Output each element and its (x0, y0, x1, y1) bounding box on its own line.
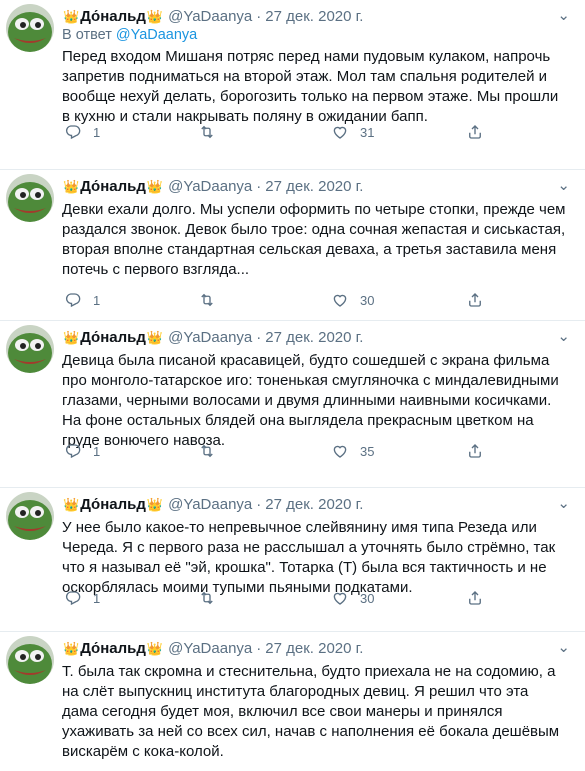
tweet[interactable]: ⌄ 👑 До́нальд 👑 @YaDaanya · 27 дек. 2020 … (0, 488, 585, 632)
share-button[interactable] (466, 123, 484, 141)
tweet-header: 👑 До́нальд 👑 @YaDaanya · 27 дек. 2020 г. (62, 638, 573, 658)
tweet-header: 👑 До́нальд 👑 @YaDaanya · 27 дек. 2020 г. (62, 327, 573, 347)
author-handle[interactable]: @YaDaanya (168, 8, 252, 25)
retweet-button[interactable] (198, 589, 227, 607)
author-name[interactable]: 👑 До́нальд 👑 (62, 640, 164, 657)
avatar[interactable] (6, 325, 54, 373)
separator-dot: · (256, 7, 262, 25)
heart-icon (333, 592, 347, 605)
crown-icon: 👑 (146, 329, 164, 345)
crown-icon: 👑 (146, 496, 164, 512)
like-button[interactable]: 30 (331, 291, 374, 309)
author-name[interactable]: 👑 До́нальд 👑 (62, 329, 164, 346)
retweet-button[interactable] (198, 291, 227, 309)
tweet-header: 👑 До́нальд 👑 @YaDaanya · 27 дек. 2020 г. (62, 6, 573, 26)
crown-icon: 👑 (146, 178, 164, 194)
crown-icon: 👑 (63, 329, 80, 345)
separator-dot: · (256, 328, 262, 346)
share-button[interactable] (466, 589, 484, 607)
retweet-icon (201, 591, 213, 605)
reply-icon (65, 293, 81, 308)
heart-icon (333, 445, 347, 458)
crown-icon: 👑 (146, 640, 164, 656)
crown-icon: 👑 (63, 640, 80, 656)
separator-dot: · (256, 639, 262, 657)
more-icon[interactable]: ⌄ (557, 494, 571, 512)
reply-handle-link[interactable]: @YaDaanya (116, 27, 197, 43)
crown-icon: 👑 (63, 178, 80, 194)
like-button[interactable]: 31 (331, 123, 374, 141)
crown-icon: 👑 (146, 8, 164, 24)
retweet-icon (201, 125, 213, 139)
more-icon[interactable]: ⌄ (557, 327, 571, 345)
tweet[interactable]: ⌄ 👑 До́нальд 👑 @YaDaanya · 27 дек. 2020 … (0, 170, 585, 321)
reply-button[interactable]: 1 (64, 123, 100, 141)
reply-count: 1 (93, 124, 101, 140)
tweet-date[interactable]: 27 дек. 2020 г. (265, 178, 363, 195)
retweet-icon (201, 444, 213, 458)
reply-button[interactable]: 1 (64, 442, 100, 460)
share-button[interactable] (466, 442, 484, 460)
author-handle[interactable]: @YaDaanya (168, 496, 252, 513)
share-icon (469, 591, 481, 605)
reply-button[interactable]: 1 (64, 291, 100, 309)
retweet-button[interactable] (198, 442, 227, 460)
avatar[interactable] (6, 4, 54, 52)
tweet-date[interactable]: 27 дек. 2020 г. (265, 8, 363, 25)
separator-dot: · (256, 177, 262, 195)
separator-dot: · (256, 495, 262, 513)
like-count: 35 (360, 443, 375, 459)
avatar[interactable] (6, 636, 54, 684)
like-count: 30 (360, 292, 375, 308)
reply-count: 1 (93, 590, 101, 606)
tweet-text: Девица была писаной красавицей, будто со… (62, 352, 559, 449)
reply-icon (65, 125, 81, 140)
more-icon[interactable]: ⌄ (557, 176, 571, 194)
like-count: 31 (360, 124, 375, 140)
crown-icon: 👑 (63, 8, 80, 24)
tweet-text: Т. была так скромна и стеснительна, будт… (62, 663, 560, 760)
reply-button[interactable]: 1 (64, 589, 100, 607)
share-icon (469, 293, 481, 307)
reply-to-line: В ответ @YaDaanya (62, 27, 573, 43)
retweet-button[interactable] (198, 123, 227, 141)
author-handle[interactable]: @YaDaanya (168, 640, 252, 657)
tweet[interactable]: ⌄ 👑 До́нальд 👑 @YaDaanya · 27 дек. 2020 … (0, 632, 585, 771)
tweet[interactable]: ⌄ 👑 До́нальд 👑 @YaDaanya · 27 дек. 2020 … (0, 0, 585, 170)
author-name[interactable]: 👑 До́нальд 👑 (62, 8, 164, 25)
more-icon[interactable]: ⌄ (557, 638, 571, 656)
reply-icon (65, 591, 81, 606)
heart-icon (333, 294, 347, 307)
reply-count: 1 (93, 443, 101, 459)
tweet[interactable]: ⌄ 👑 До́нальд 👑 @YaDaanya · 27 дек. 2020 … (0, 321, 585, 488)
more-icon[interactable]: ⌄ (557, 6, 571, 24)
avatar[interactable] (6, 174, 54, 222)
author-name[interactable]: 👑 До́нальд 👑 (62, 496, 164, 513)
tweet-date[interactable]: 27 дек. 2020 г. (265, 329, 363, 346)
tweet-text: Перед входом Мишаня потряс перед нами пу… (62, 48, 559, 125)
like-count: 30 (360, 590, 375, 606)
reply-count: 1 (93, 292, 101, 308)
tweet-text: Девки ехали долго. Мы успели оформить по… (62, 201, 566, 278)
like-button[interactable]: 30 (331, 589, 374, 607)
author-name[interactable]: 👑 До́нальд 👑 (62, 178, 164, 195)
tweet-header: 👑 До́нальд 👑 @YaDaanya · 27 дек. 2020 г. (62, 494, 573, 514)
crown-icon: 👑 (63, 496, 80, 512)
author-handle[interactable]: @YaDaanya (168, 329, 252, 346)
tweet-date[interactable]: 27 дек. 2020 г. (265, 496, 363, 513)
heart-icon (333, 126, 347, 139)
retweet-icon (201, 293, 213, 307)
avatar[interactable] (6, 492, 54, 540)
tweet-date[interactable]: 27 дек. 2020 г. (265, 640, 363, 657)
like-button[interactable]: 35 (331, 442, 374, 460)
reply-prefix: В ответ (62, 27, 112, 43)
share-icon (469, 444, 481, 458)
tweet-text: У нее было какое-то непревычное слейвяни… (62, 519, 556, 596)
reply-icon (65, 444, 81, 459)
share-icon (469, 125, 481, 139)
author-handle[interactable]: @YaDaanya (168, 178, 252, 195)
tweet-header: 👑 До́нальд 👑 @YaDaanya · 27 дек. 2020 г. (62, 176, 573, 196)
share-button[interactable] (466, 291, 484, 309)
